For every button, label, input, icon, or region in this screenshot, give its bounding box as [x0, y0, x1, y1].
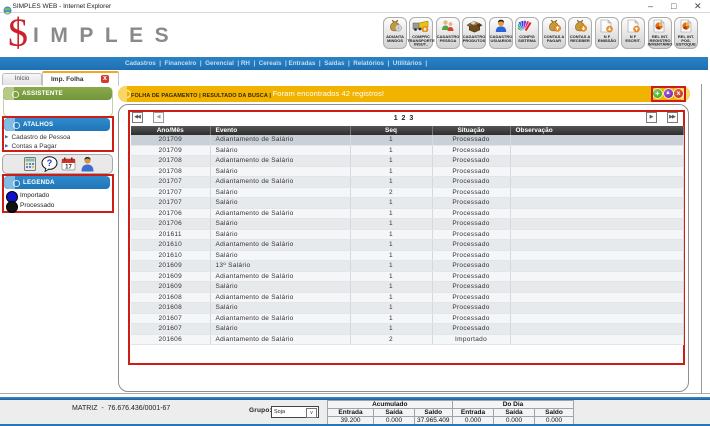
svg-text:?: ? [47, 158, 53, 168]
svg-text:17: 17 [65, 165, 72, 171]
